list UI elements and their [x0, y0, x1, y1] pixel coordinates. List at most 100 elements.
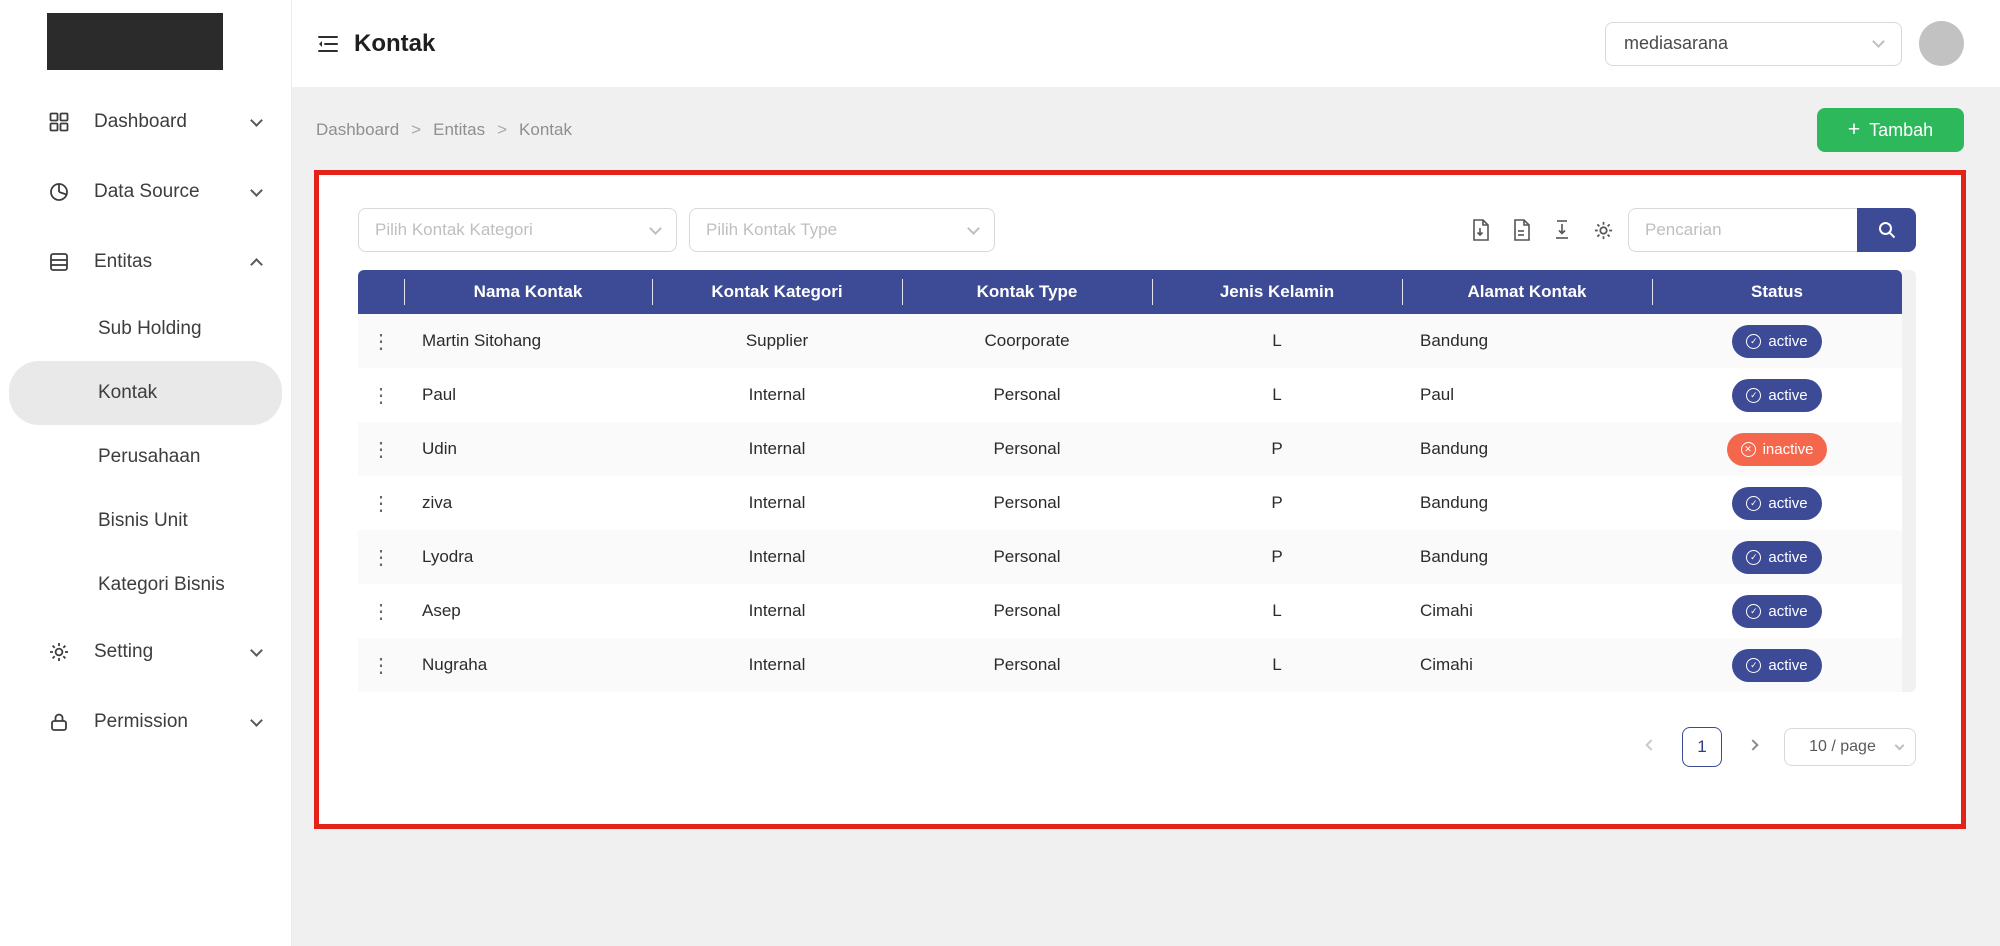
cell-alamat-kontak: Cimahi: [1402, 638, 1652, 692]
subheader: Dashboard > Entitas > Kontak + Tambah: [292, 87, 2000, 173]
workspace-select-value: mediasarana: [1624, 33, 1874, 54]
tambah-button[interactable]: + Tambah: [1817, 108, 1964, 152]
sidebar-item-setting[interactable]: Setting: [0, 617, 291, 687]
row-drag-handle[interactable]: ⋮: [371, 383, 391, 408]
row-drag-handle[interactable]: ⋮: [371, 491, 391, 516]
table-row[interactable]: ⋮ Martin Sitohang Supplier Coorporate L …: [358, 314, 1902, 368]
sidebar-item-permission[interactable]: Permission: [0, 687, 291, 757]
cell-nama-kontak: Asep: [404, 584, 652, 638]
breadcrumb-item-dashboard[interactable]: Dashboard: [316, 120, 399, 140]
gear-icon[interactable]: [1592, 219, 1614, 241]
pagination-page-1[interactable]: 1: [1682, 727, 1722, 767]
table-row[interactable]: ⋮ Nugraha Internal Personal L Cimahi act…: [358, 638, 1902, 692]
cell-alamat-kontak: Paul: [1402, 368, 1652, 422]
chevron-down-icon: [1895, 740, 1905, 750]
sidebar-subitem-bisnis-unit[interactable]: Bisnis Unit: [9, 489, 282, 553]
sidebar-subitem-perusahaan[interactable]: Perusahaan: [9, 425, 282, 489]
status-pill: active: [1732, 487, 1821, 520]
cell-jenis-kelamin: L: [1152, 584, 1402, 638]
app-root: Dashboard Data Source Entitas: [0, 0, 2000, 946]
page-title: Kontak: [354, 30, 435, 58]
search-input[interactable]: [1628, 208, 1857, 252]
chevron-down-icon: [250, 644, 263, 657]
table-row[interactable]: ⋮ Udin Internal Personal P Bandung inact…: [358, 422, 1902, 476]
import-icon[interactable]: [1551, 219, 1573, 241]
search-button[interactable]: [1857, 208, 1916, 252]
table-header-row: Nama Kontak Kontak Kategori Kontak Type …: [358, 270, 1902, 314]
cell-nama-kontak: Lyodra: [404, 530, 652, 584]
kontak-kategori-select[interactable]: Pilih Kontak Kategori: [358, 208, 677, 252]
sidebar-subitem-sub-holding[interactable]: Sub Holding: [9, 297, 282, 361]
row-drag-handle[interactable]: ⋮: [371, 437, 391, 462]
status-label: active: [1768, 333, 1807, 350]
cell-kontak-kategori: Internal: [652, 368, 902, 422]
kontak-kategori-placeholder: Pilih Kontak Kategori: [375, 220, 651, 240]
pagination-prev[interactable]: [1644, 745, 1658, 749]
chevron-down-icon: [250, 184, 263, 197]
file-text-icon[interactable]: [1510, 219, 1532, 241]
page-size-select[interactable]: 10 / page: [1784, 728, 1916, 766]
filters-row: Pilih Kontak Kategori Pilih Kontak Type: [358, 208, 1916, 252]
sidebar-subitem-kontak[interactable]: Kontak: [9, 361, 282, 425]
sidebar-subitem-kategori-bisnis[interactable]: Kategori Bisnis: [9, 553, 282, 617]
breadcrumb-item-kontak[interactable]: Kontak: [519, 120, 572, 140]
sidebar-item-data-source[interactable]: Data Source: [0, 157, 291, 227]
cell-alamat-kontak: Bandung: [1402, 530, 1652, 584]
table-row[interactable]: ⋮ ziva Internal Personal P Bandung activ…: [358, 476, 1902, 530]
pagination-next[interactable]: [1746, 745, 1760, 749]
status-pill: active: [1732, 379, 1821, 412]
row-drag-handle[interactable]: ⋮: [371, 653, 391, 678]
chevron-down-icon: [1872, 35, 1885, 48]
column-header-status[interactable]: Status: [1652, 270, 1902, 314]
table-row[interactable]: ⋮ Lyodra Internal Personal P Bandung act…: [358, 530, 1902, 584]
cell-alamat-kontak: Cimahi: [1402, 584, 1652, 638]
table-row[interactable]: ⋮ Asep Internal Personal L Cimahi active: [358, 584, 1902, 638]
cell-jenis-kelamin: P: [1152, 530, 1402, 584]
sidebar-item-label: Dashboard: [94, 111, 228, 133]
table-row[interactable]: ⋮ Paul Internal Personal L Paul active: [358, 368, 1902, 422]
avatar[interactable]: [1919, 21, 1964, 66]
cell-kontak-kategori: Internal: [652, 584, 902, 638]
status-pill: inactive: [1727, 433, 1828, 466]
chevron-down-icon: [250, 714, 263, 727]
sidebar: Dashboard Data Source Entitas: [0, 0, 292, 946]
status-label: active: [1768, 387, 1807, 404]
sidebar-item-entitas[interactable]: Entitas: [0, 227, 291, 297]
breadcrumb: Dashboard > Entitas > Kontak: [316, 120, 572, 140]
cell-kontak-type: Personal: [902, 530, 1152, 584]
cell-jenis-kelamin: P: [1152, 422, 1402, 476]
column-header-actions: [358, 270, 404, 314]
row-drag-handle[interactable]: ⋮: [371, 329, 391, 354]
column-header-kontak-type[interactable]: Kontak Type: [902, 270, 1152, 314]
sidebar-item-dashboard[interactable]: Dashboard: [0, 87, 291, 157]
chevron-right-icon: [1747, 739, 1758, 750]
status-pill: active: [1732, 595, 1821, 628]
menu-fold-icon[interactable]: [316, 32, 340, 56]
app-logo: [47, 13, 223, 70]
breadcrumb-item-entitas[interactable]: Entitas: [433, 120, 485, 140]
row-drag-handle[interactable]: ⋮: [371, 545, 391, 570]
column-header-alamat-kontak[interactable]: Alamat Kontak: [1402, 270, 1652, 314]
cell-kontak-kategori: Internal: [652, 638, 902, 692]
file-export-icon[interactable]: [1469, 219, 1491, 241]
cell-kontak-type: Personal: [902, 638, 1152, 692]
column-header-nama-kontak[interactable]: Nama Kontak: [404, 270, 652, 314]
cell-kontak-type: Personal: [902, 368, 1152, 422]
chevron-down-icon: [250, 114, 263, 127]
cell-nama-kontak: Martin Sitohang: [404, 314, 652, 368]
row-drag-handle[interactable]: ⋮: [371, 599, 391, 624]
column-header-kontak-kategori[interactable]: Kontak Kategori: [652, 270, 902, 314]
search-icon: [1877, 220, 1897, 240]
sidebar-menu: Dashboard Data Source Entitas: [0, 87, 291, 757]
status-label: active: [1768, 657, 1807, 674]
kontak-type-select[interactable]: Pilih Kontak Type: [689, 208, 995, 252]
topbar: Kontak mediasarana: [292, 0, 2000, 87]
cell-kontak-kategori: Internal: [652, 530, 902, 584]
status-icon: [1746, 604, 1761, 619]
workspace-select[interactable]: mediasarana: [1605, 22, 1902, 66]
cell-kontak-kategori: Supplier: [652, 314, 902, 368]
pie-chart-icon: [48, 181, 70, 203]
status-icon: [1741, 442, 1756, 457]
table-scrollbar[interactable]: [1902, 270, 1916, 692]
column-header-jenis-kelamin[interactable]: Jenis Kelamin: [1152, 270, 1402, 314]
